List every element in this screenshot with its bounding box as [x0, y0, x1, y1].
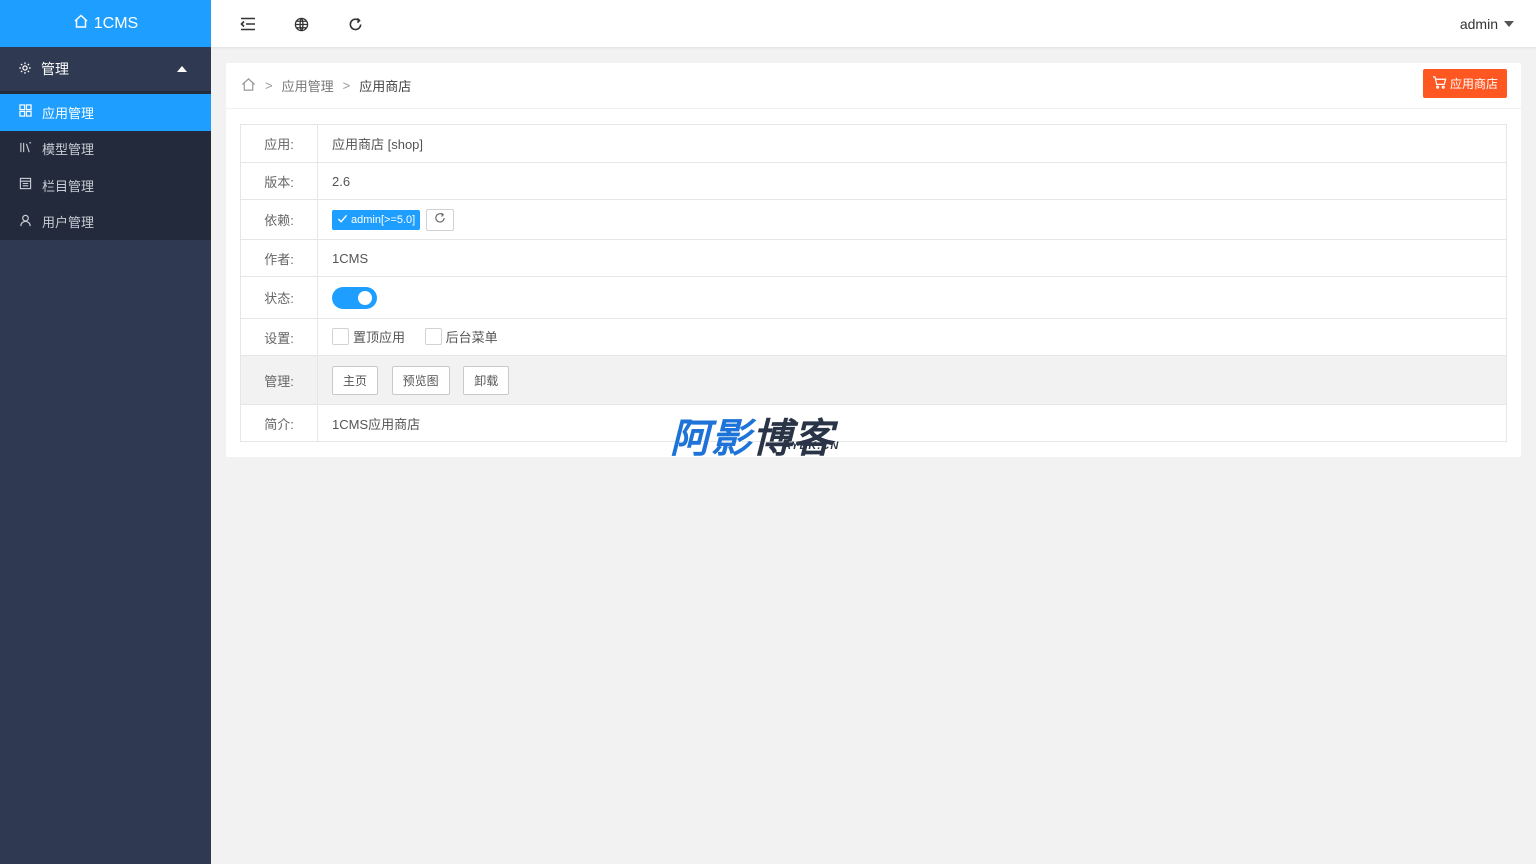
sidebar: 1CMS 管理 应用管理 模型管理 栏目管理 用户管理	[0, 0, 211, 864]
row-label: 管理:	[240, 355, 318, 405]
submenu: 应用管理 模型管理 栏目管理 用户管理	[0, 94, 211, 240]
dependency-refresh-button[interactable]	[425, 208, 454, 231]
watermark-part-b: 博客	[752, 416, 834, 462]
caret-down-icon	[1504, 21, 1514, 27]
breadcrumb-separator: >	[342, 78, 351, 93]
top-header: admin	[211, 0, 1536, 48]
user-menu[interactable]: admin	[1460, 16, 1514, 32]
home-icon[interactable]	[241, 77, 256, 95]
row-label: 作者:	[240, 239, 318, 277]
menu-group-manage[interactable]: 管理	[0, 47, 211, 94]
menu-fold-icon[interactable]	[240, 16, 256, 32]
row-label: 应用:	[240, 124, 318, 163]
row-label: 状态:	[240, 276, 318, 319]
app-store-button-label: 应用商店	[1449, 77, 1498, 91]
breadcrumb-current: 应用商店	[359, 79, 412, 94]
sidebar-item-label: 栏目管理	[42, 178, 95, 194]
refresh-icon	[434, 212, 446, 227]
settings-cell: 置顶应用 后台菜单	[317, 318, 1507, 356]
intro-value: 1CMS应用商店	[317, 404, 1507, 442]
cart-icon	[1432, 75, 1447, 93]
logo[interactable]: 1CMS	[0, 0, 211, 47]
toggle-knob	[358, 290, 372, 305]
row-label: 版本:	[240, 162, 318, 200]
watermark-text: 阿影博客	[670, 406, 834, 464]
user-icon	[19, 214, 32, 230]
check-icon	[337, 213, 348, 227]
pin-app-checkbox[interactable]: 置顶应用	[332, 327, 405, 346]
sidebar-item-label: 应用管理	[42, 105, 95, 121]
home-icon	[73, 13, 89, 34]
logo-text: 1CMS	[93, 14, 139, 32]
checkbox-box	[424, 327, 442, 345]
checkbox-label: 置顶应用	[353, 329, 406, 345]
breadcrumb-separator: >	[265, 78, 273, 93]
dependency-tag-label: admin[>=5.0]	[351, 213, 416, 226]
gear-icon	[18, 61, 32, 78]
status-cell	[317, 276, 1507, 319]
row-label: 依赖:	[240, 199, 318, 240]
row-label: 简介:	[240, 404, 318, 442]
app-store-button[interactable]: 应用商店	[1422, 69, 1507, 98]
sidebar-item-users[interactable]: 用户管理	[0, 204, 211, 241]
dependency-tag[interactable]: admin[>=5.0]	[332, 209, 421, 230]
apps-icon	[19, 104, 32, 120]
admin-menu-checkbox[interactable]: 后台菜单	[424, 327, 498, 346]
table-row: 作者: 1CMS	[240, 239, 1507, 277]
app-info-table: 应用: 应用商店 [shop] 版本: 2.6 依赖: admin[>=5.0]	[240, 124, 1507, 442]
status-toggle[interactable]	[332, 286, 377, 309]
app-name-value: 应用商店 [shop]	[317, 124, 1507, 163]
watermark-logo: 阿影博客 AYBK.CN	[670, 406, 870, 462]
table-row: 依赖: admin[>=5.0]	[240, 199, 1507, 240]
watermark-part-a: 阿影	[670, 416, 752, 462]
watermark-domain: AYBK.CN	[783, 440, 840, 452]
table-row: 简介: 1CMS应用商店	[240, 404, 1507, 442]
checkbox-label: 后台菜单	[445, 329, 498, 345]
caret-up-icon	[177, 66, 187, 72]
version-value: 2.6	[317, 162, 1507, 200]
card-header: > 应用管理 > 应用商店 应用商店	[226, 63, 1521, 109]
row-label: 设置:	[240, 318, 318, 356]
table-row: 状态:	[240, 276, 1507, 319]
uninstall-button[interactable]: 卸载	[463, 365, 510, 395]
app-detail-card: > 应用管理 > 应用商店 应用商店 应用: 应用商店 [shop] 版本: 2…	[226, 63, 1521, 457]
table-row: 应用: 应用商店 [shop]	[240, 124, 1507, 163]
checkbox-box	[332, 327, 349, 345]
sidebar-item-label: 模型管理	[42, 142, 95, 158]
username: admin	[1459, 16, 1498, 32]
refresh-icon[interactable]	[347, 16, 363, 32]
breadcrumb-apps[interactable]: 应用管理	[282, 76, 334, 95]
table-row: 版本: 2.6	[240, 162, 1507, 200]
column-icon	[19, 177, 32, 193]
table-row: 管理: 主页 预览图 卸载	[240, 355, 1507, 405]
menu-group-label: 管理	[41, 61, 69, 77]
sidebar-item-models[interactable]: 模型管理	[0, 131, 211, 168]
manage-cell: 主页 预览图 卸载	[317, 355, 1507, 405]
model-icon	[19, 141, 32, 157]
sidebar-item-label: 用户管理	[42, 215, 95, 231]
home-page-button[interactable]: 主页	[332, 365, 379, 395]
sidebar-item-columns[interactable]: 栏目管理	[0, 167, 211, 204]
preview-button[interactable]: 预览图	[391, 365, 450, 395]
dependency-cell: admin[>=5.0]	[317, 199, 1507, 240]
table-row: 设置: 置顶应用 后台菜单	[240, 318, 1507, 356]
globe-icon[interactable]	[293, 16, 309, 32]
sidebar-item-apps[interactable]: 应用管理	[0, 94, 211, 131]
author-value: 1CMS	[317, 239, 1507, 277]
